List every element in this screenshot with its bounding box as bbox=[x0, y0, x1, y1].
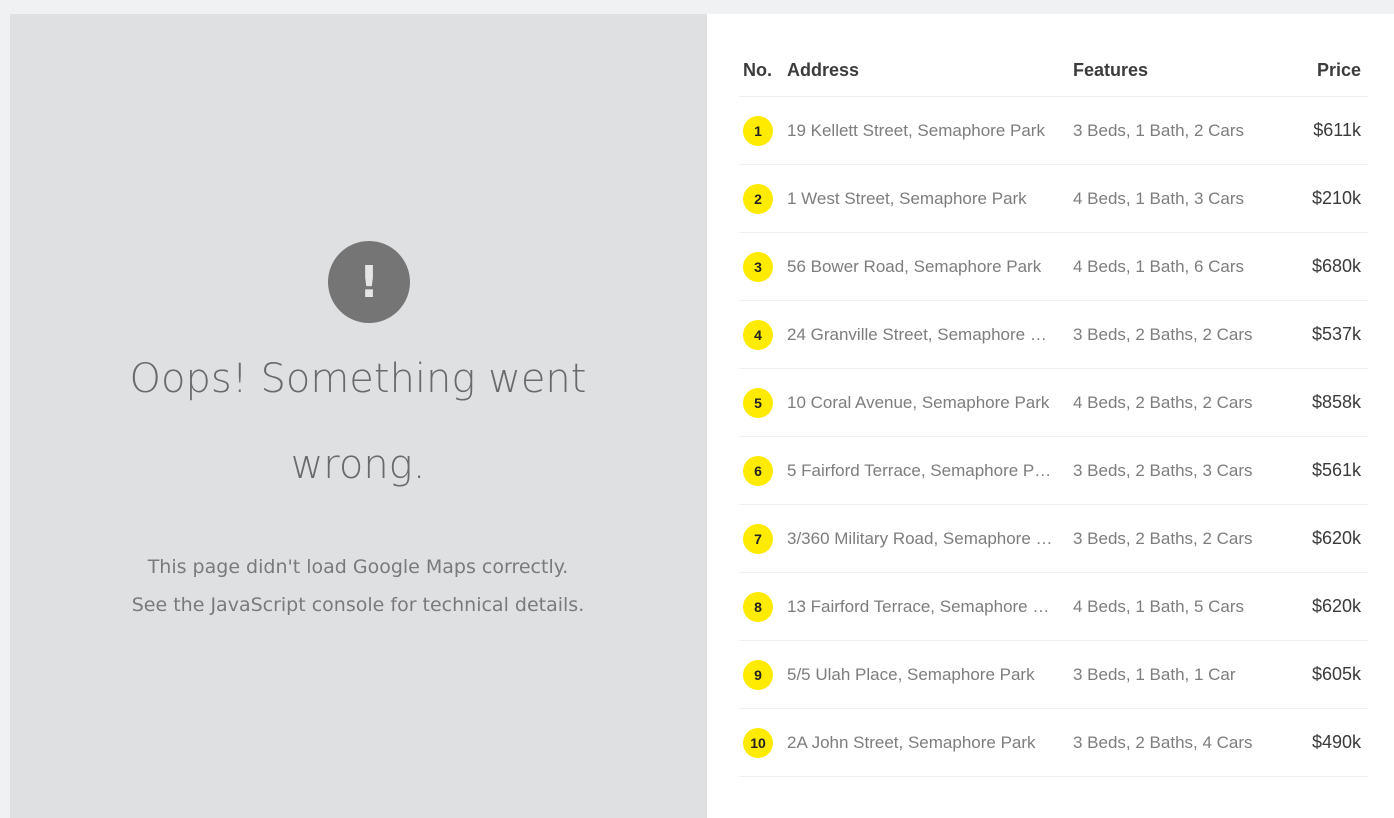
row-number-badge: 3 bbox=[743, 251, 773, 282]
table-row[interactable]: 8 13 Fairford Terrace, Semaphore Park 4 Be… bbox=[739, 572, 1368, 641]
features-cell: 4 Beds, 1 Bath, 5 Cars bbox=[1069, 572, 1283, 641]
address-cell[interactable]: 2A John Street, Semaphore Park bbox=[783, 708, 1069, 777]
table-row[interactable]: 6 5 Fairford Terrace, Semaphore Park 3 Bed… bbox=[739, 436, 1368, 505]
property-rows: 1 19 Kellett Street, Semaphore Park 3 Beds… bbox=[739, 96, 1368, 777]
address-cell[interactable]: 5/5 Ulah Place, Semaphore Park bbox=[783, 640, 1069, 709]
row-number-badge: 1 bbox=[743, 115, 773, 146]
table-row[interactable]: 2 1 West Street, Semaphore Park 4 Beds, 1 … bbox=[739, 164, 1368, 233]
address-cell[interactable]: 56 Bower Road, Semaphore Park bbox=[783, 232, 1069, 301]
row-number-badge: 10 bbox=[743, 727, 773, 758]
address-cell[interactable]: 13 Fairford Terrace, Semaphore Park bbox=[783, 572, 1069, 641]
row-number-badge: 8 bbox=[743, 591, 773, 622]
table-row[interactable]: 4 24 Granville Street, Semaphore Park 3 Be… bbox=[739, 300, 1368, 369]
features-cell: 3 Beds, 2 Baths, 2 Cars bbox=[1069, 300, 1283, 369]
address-cell[interactable]: 5 Fairford Terrace, Semaphore Park bbox=[783, 436, 1069, 505]
property-table: No. Address Features Price 1 19 Kellett S… bbox=[739, 44, 1368, 777]
price-cell: $620k bbox=[1283, 504, 1368, 573]
row-number-badge: 9 bbox=[743, 659, 773, 690]
features-cell: 3 Beds, 1 Bath, 2 Cars bbox=[1069, 96, 1283, 165]
address-cell[interactable]: 1 West Street, Semaphore Park bbox=[783, 164, 1069, 233]
map-error-line: See the JavaScript console for technical… bbox=[131, 594, 585, 616]
column-header-price: Price bbox=[1283, 44, 1368, 97]
table-row[interactable]: 3 56 Bower Road, Semaphore Park 4 Beds, 1 … bbox=[739, 232, 1368, 301]
address-cell[interactable]: 10 Coral Avenue, Semaphore Park bbox=[783, 368, 1069, 437]
price-cell: $210k bbox=[1283, 164, 1368, 233]
features-cell: 3 Beds, 2 Baths, 3 Cars bbox=[1069, 436, 1283, 505]
row-number-cell: 2 bbox=[739, 164, 783, 233]
table-row[interactable]: 7 3/360 Military Road, Semaphore Park 3 Be… bbox=[739, 504, 1368, 573]
price-cell: $611k bbox=[1283, 96, 1368, 165]
price-cell: $680k bbox=[1283, 232, 1368, 301]
map-error-title: Oops! Something went wrong. bbox=[129, 356, 587, 488]
row-number-cell: 6 bbox=[739, 436, 783, 505]
features-cell: 3 Beds, 2 Baths, 2 Cars bbox=[1069, 504, 1283, 573]
row-number-badge: 7 bbox=[743, 523, 773, 554]
column-header-no: No. bbox=[739, 44, 783, 97]
row-number-cell: 4 bbox=[739, 300, 783, 369]
row-number-cell: 10 bbox=[739, 708, 783, 777]
features-cell: 4 Beds, 1 Bath, 3 Cars bbox=[1069, 164, 1283, 233]
row-number-cell: 1 bbox=[739, 96, 783, 165]
table-row[interactable]: 10 2A John Street, Semaphore Park 3 Beds, … bbox=[739, 708, 1368, 777]
map-panel: ! Oops! Something went wrong. This page … bbox=[10, 14, 707, 818]
price-cell: $490k bbox=[1283, 708, 1368, 777]
table-header-row: No. Address Features Price bbox=[739, 44, 1368, 97]
address-cell[interactable]: 24 Granville Street, Semaphore Park bbox=[783, 300, 1069, 369]
address-cell[interactable]: 3/360 Military Road, Semaphore Park bbox=[783, 504, 1069, 573]
column-header-address: Address bbox=[783, 44, 1069, 97]
address-cell[interactable]: 19 Kellett Street, Semaphore Park bbox=[783, 96, 1069, 165]
table-row[interactable]: 5 10 Coral Avenue, Semaphore Park 4 Beds, … bbox=[739, 368, 1368, 437]
table-row[interactable]: 1 19 Kellett Street, Semaphore Park 3 Beds… bbox=[739, 96, 1368, 165]
row-number-cell: 3 bbox=[739, 232, 783, 301]
price-cell: $537k bbox=[1283, 300, 1368, 369]
price-cell: $620k bbox=[1283, 572, 1368, 641]
row-number-badge: 5 bbox=[743, 387, 773, 418]
property-list-panel: No. Address Features Price 1 19 Kellett S… bbox=[707, 14, 1394, 818]
row-number-badge: 6 bbox=[743, 455, 773, 486]
map-error-message: This page didn't load Google Maps correc… bbox=[40, 548, 676, 624]
table-row[interactable]: 9 5/5 Ulah Place, Semaphore Park 3 Beds, 1… bbox=[739, 640, 1368, 709]
price-cell: $561k bbox=[1283, 436, 1368, 505]
row-number-cell: 8 bbox=[739, 572, 783, 641]
features-cell: 4 Beds, 1 Bath, 6 Cars bbox=[1069, 232, 1283, 301]
row-number-cell: 9 bbox=[739, 640, 783, 709]
exclamation-icon: ! bbox=[328, 241, 410, 323]
row-number-cell: 7 bbox=[739, 504, 783, 573]
features-cell: 3 Beds, 1 Bath, 1 Car bbox=[1069, 640, 1283, 709]
map-error-line: This page didn't load Google Maps correc… bbox=[147, 556, 569, 578]
price-cell: $858k bbox=[1283, 368, 1368, 437]
price-cell: $605k bbox=[1283, 640, 1368, 709]
row-number-badge: 2 bbox=[743, 183, 773, 214]
row-number-cell: 5 bbox=[739, 368, 783, 437]
features-cell: 4 Beds, 2 Baths, 2 Cars bbox=[1069, 368, 1283, 437]
row-number-badge: 4 bbox=[743, 319, 773, 350]
column-header-features: Features bbox=[1069, 44, 1283, 97]
features-cell: 3 Beds, 2 Baths, 4 Cars bbox=[1069, 708, 1283, 777]
